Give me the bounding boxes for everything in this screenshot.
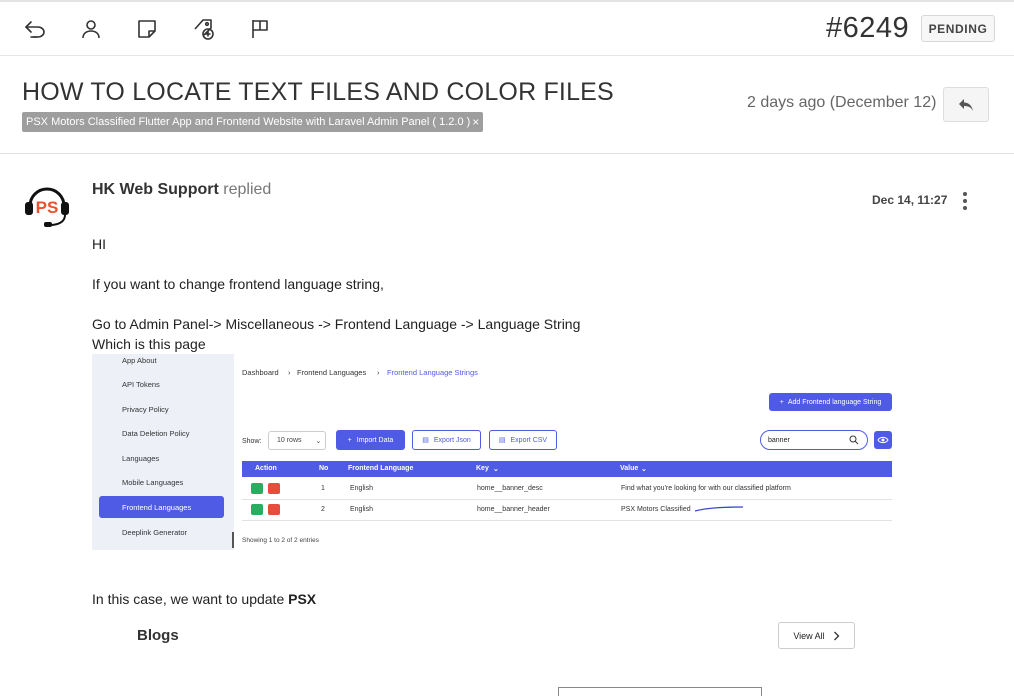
shot-row-divider <box>242 520 892 521</box>
view-all-button[interactable]: View All <box>778 622 855 649</box>
svg-text:PS: PS <box>36 198 59 217</box>
shot-breadcrumb-sep: › <box>288 368 291 377</box>
shot-sidebar-item: Data Deletion Policy <box>122 429 190 438</box>
message-line: If you want to change frontend language … <box>92 276 384 292</box>
shot-sidebar-item: Deeplink Generator <box>122 528 188 537</box>
shot-export-csv: ▤ Export CSV <box>489 430 557 450</box>
user-icon[interactable] <box>78 16 104 42</box>
shot-sidebar <box>92 354 234 550</box>
shot-cell: English <box>350 506 373 513</box>
ticket-id: #6249 <box>826 12 910 44</box>
shot-breadcrumb: Frontend Languages <box>297 368 367 377</box>
chevron-down-icon: ⌄ <box>315 437 322 445</box>
ticket-title: HOW TO LOCATE TEXT FILES AND COLOR FILES <box>22 78 614 106</box>
shot-breadcrumb: Dashboard <box>242 368 279 377</box>
message-author: HK Web Support replied <box>92 181 271 199</box>
shot-row-divider <box>242 499 892 500</box>
shot-cell: PSX Motors Classified <box>621 506 691 513</box>
blogs-label: Blogs <box>137 627 179 644</box>
shot-col-header: Action <box>255 465 277 472</box>
shot-sidebar-item: Languages <box>122 454 160 463</box>
product-tag[interactable]: PSX Motors Classified Flutter App and Fr… <box>22 112 484 132</box>
chevron-down-icon: ⌄ <box>641 466 647 473</box>
annotation-underline <box>694 506 744 512</box>
view-all-label: View All <box>793 630 825 641</box>
shot-search-value: banner <box>768 436 790 444</box>
edit-icon <box>251 483 263 494</box>
shot-cell: home__banner_desc <box>477 485 543 492</box>
eye-icon <box>874 431 892 449</box>
blog-card[interactable] <box>558 687 762 696</box>
message-line: In this case, we want to update PSX <box>92 591 316 607</box>
shot-rows-value: 10 rows <box>277 437 302 444</box>
message-time: Dec 14, 11:27 <box>872 193 948 207</box>
tag-remove-icon[interactable]: × <box>472 115 479 129</box>
ticket-header: HOW TO LOCATE TEXT FILES AND COLOR FILES… <box>0 56 1014 154</box>
message-line: Which is this page <box>92 336 206 352</box>
undo-icon[interactable] <box>22 16 48 42</box>
edit-icon <box>251 504 263 515</box>
message-line: Go to Admin Panel-> Miscellaneous -> Fro… <box>92 316 581 332</box>
shot-search-input: banner <box>760 430 868 450</box>
shot-cell: 2 <box>321 506 325 513</box>
reply-icon <box>959 98 973 111</box>
embedded-screenshot[interactable]: App About API Tokens Privacy Policy Data… <box>92 354 894 550</box>
delete-icon <box>268 483 280 494</box>
chevron-right-icon <box>833 631 840 640</box>
shot-divider <box>232 532 234 548</box>
shot-sidebar-item-active: Frontend Languages <box>122 503 192 512</box>
shot-cell: 1 <box>321 485 325 492</box>
shot-col-header: Frontend Language <box>348 465 414 472</box>
note-icon[interactable] <box>134 16 160 42</box>
shot-sidebar-item: Mobile Languages <box>122 478 184 487</box>
shot-add-label: Add Frontend language String <box>787 398 882 406</box>
after-text: In this case, we want to update <box>92 591 289 607</box>
shot-footer: Showing 1 to 2 of 2 entries <box>242 537 319 544</box>
shot-rows-select: 10 rows ⌄ <box>268 431 326 450</box>
status-badge[interactable]: PENDING <box>921 15 995 42</box>
shot-col-header: Value <box>620 465 639 472</box>
more-options-icon[interactable] <box>955 190 975 212</box>
shot-col-header: No <box>319 465 329 472</box>
delete-icon <box>268 504 280 515</box>
shot-sidebar-item: API Tokens <box>122 380 160 389</box>
search-icon <box>849 435 859 445</box>
reply-button[interactable] <box>943 87 989 122</box>
shot-show-label: Show: <box>242 438 262 445</box>
shot-table-header <box>242 461 892 477</box>
shot-cell: Find what you're looking for with our cl… <box>621 485 791 492</box>
tag-add-icon[interactable] <box>191 16 217 42</box>
message-line: HI <box>92 236 106 252</box>
shot-import-button: + Import Data <box>336 430 405 450</box>
after-bold: PSX <box>288 591 317 607</box>
shot-breadcrumb: Frontend Language Strings <box>387 368 478 377</box>
shot-col-header: Key <box>476 465 489 472</box>
top-toolbar: #6249 PENDING <box>0 0 1014 56</box>
shot-export-csv-label: Export CSV <box>510 436 548 444</box>
author-action: replied <box>223 181 272 198</box>
shot-export-json: ▤ Export Json <box>412 430 481 450</box>
chevron-down-icon: ⌄ <box>493 466 499 473</box>
shot-export-json-label: Export Json <box>433 436 471 444</box>
ticket-date: 2 days ago (December 12) <box>747 94 937 111</box>
product-tag-label: PSX Motors Classified Flutter App and Fr… <box>26 116 471 128</box>
flag-icon[interactable] <box>247 16 273 42</box>
shot-breadcrumb-sep: › <box>377 368 380 377</box>
shot-import-label: Import Data <box>356 436 394 444</box>
shot-cell: English <box>350 485 373 492</box>
shot-cell: home__banner_header <box>477 506 550 513</box>
author-name[interactable]: HK Web Support <box>92 181 219 198</box>
avatar: PS <box>22 180 72 230</box>
shot-add-button: + Add Frontend language String <box>769 393 892 411</box>
shot-sidebar-item: App About <box>122 356 157 365</box>
shot-sidebar-item: Privacy Policy <box>122 405 169 414</box>
